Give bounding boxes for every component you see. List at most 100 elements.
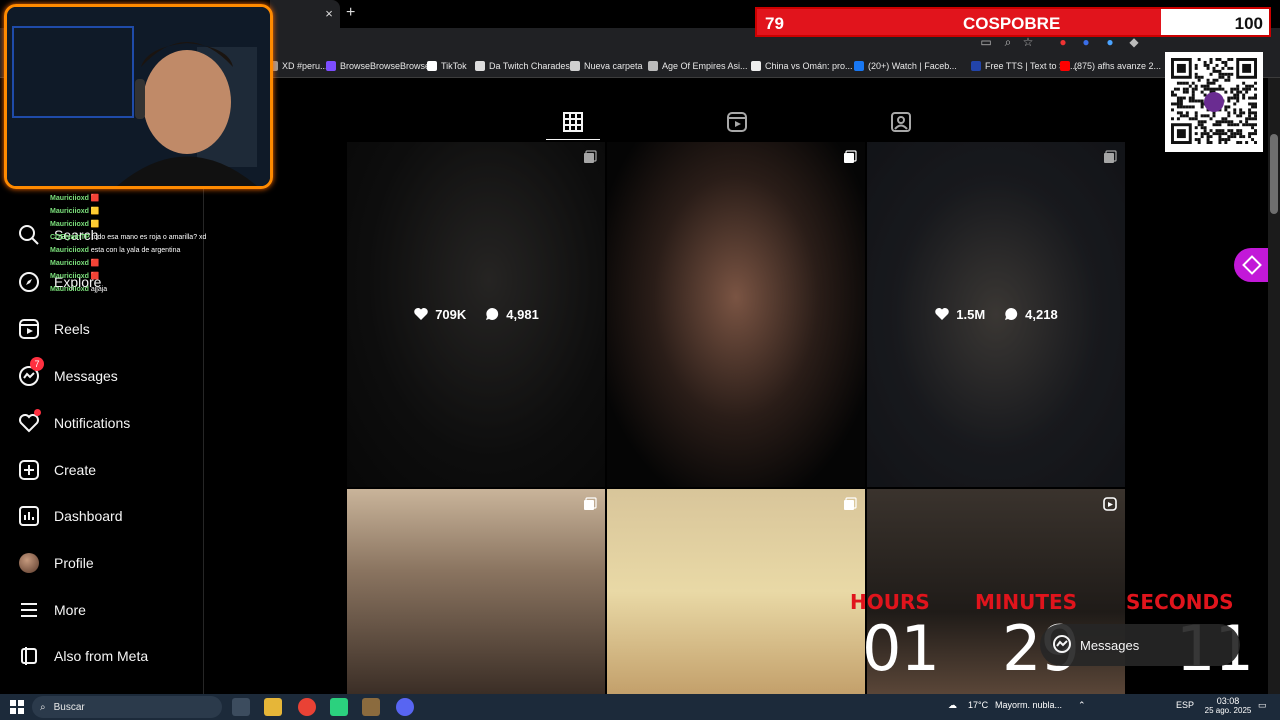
scrollbar[interactable] xyxy=(1268,78,1280,694)
comment-icon xyxy=(1005,307,1018,320)
bookmark-item[interactable]: (20+) Watch | Faceb... xyxy=(854,61,957,71)
bookmark-favicon-icon xyxy=(971,61,981,71)
bookmark-favicon-icon xyxy=(570,61,580,71)
bookmark-item[interactable]: Nueva carpeta xyxy=(570,61,643,71)
post-stats: 709K 4,981 xyxy=(347,306,605,322)
new-tab-button[interactable]: + xyxy=(346,4,355,22)
chat-username: Mauriciioxd xyxy=(50,221,89,228)
menu-icon xyxy=(18,599,40,621)
carousel-icon xyxy=(583,497,597,511)
timer-hours: 01 xyxy=(862,612,940,685)
sidebar-item-dashboard[interactable]: Dashboard xyxy=(18,504,123,528)
post-thumbnail[interactable] xyxy=(607,489,865,694)
bookmark-item[interactable]: China vs Omán: pro... xyxy=(751,61,853,71)
goal-progress-fill xyxy=(757,9,1161,35)
app-icon[interactable] xyxy=(330,698,348,716)
meta-icon xyxy=(18,645,40,667)
bookmark-item[interactable]: BrowseBrowseBrowse xyxy=(326,61,430,71)
input-language[interactable]: ESP xyxy=(1176,700,1194,710)
messages-pill-label: Messages xyxy=(1080,637,1140,653)
sidebar-item-reels[interactable]: Reels xyxy=(18,317,90,341)
chat-message: CDEIyainTP todo esa mano es roja o amari… xyxy=(50,231,290,244)
bookmark-item[interactable]: Age Of Empires Asi... xyxy=(648,61,748,71)
tab-reels[interactable] xyxy=(725,110,749,134)
post-thumbnail[interactable]: 1.5M 4,218 xyxy=(867,142,1125,487)
chat-text: 🟥 xyxy=(90,260,100,267)
bookmark-label: Da Twitch Charades xyxy=(489,61,570,71)
carousel-icon xyxy=(843,497,857,511)
heart-icon xyxy=(935,308,950,320)
post-thumbnail[interactable]: 709K 4,981 xyxy=(347,142,605,487)
avatar xyxy=(19,553,39,573)
sidebar-item-messages[interactable]: 7 Messages xyxy=(18,357,118,388)
likes-count: 1.5M xyxy=(956,306,986,322)
likes-stat: 1.5M xyxy=(934,306,985,322)
post-thumbnail[interactable] xyxy=(347,489,605,694)
sidebar-item-label: Notifications xyxy=(54,415,131,431)
stream-chat: Mauriciioxd 🟥 Mauriciioxd 🟨 Mauriciioxd 🟨 C… xyxy=(50,192,290,296)
bookmark-item[interactable]: TikTok xyxy=(427,61,467,71)
notification-center-icon[interactable]: ▭ xyxy=(1258,700,1267,711)
chat-text: todo esa mano es roja o amarilla? xd xyxy=(91,234,207,241)
bookmark-label: China vs Omán: pro... xyxy=(765,61,853,71)
comments-count: 4,218 xyxy=(1025,306,1058,322)
donation-goal-bar: 79 COSPOBRE 100 xyxy=(755,7,1271,37)
posts-grid-icon xyxy=(563,112,583,132)
sidebar-item-create[interactable]: Create xyxy=(18,458,96,482)
bookmark-item[interactable]: XD #peru... xyxy=(268,61,328,71)
extension-floating-button[interactable] xyxy=(1234,248,1268,282)
discord-icon[interactable] xyxy=(396,698,414,716)
timer-seconds-label: SECONDS xyxy=(1126,590,1234,614)
bookmark-label: TikTok xyxy=(441,61,467,71)
weather-icon[interactable]: ☁ xyxy=(948,700,957,711)
clock-date: 25 ago. 2025 xyxy=(1204,706,1252,715)
bookmark-label: Nueva carpeta xyxy=(584,61,643,71)
comments-stat: 4,981 xyxy=(484,306,539,322)
sidebar-item-notifications[interactable]: Notifications xyxy=(18,409,131,435)
bookmark-label: XD #peru... xyxy=(282,61,328,71)
messages-pill[interactable]: Messages xyxy=(1040,624,1240,666)
taskbar-search[interactable]: ⌕ Buscar xyxy=(32,696,222,718)
tab-posts[interactable] xyxy=(561,110,585,134)
post-thumbnail[interactable] xyxy=(607,142,865,487)
goal-target: 100 xyxy=(1234,14,1263,33)
windows-start-icon[interactable] xyxy=(8,698,26,716)
scrollbar-thumb[interactable] xyxy=(1270,134,1278,214)
bookmark-favicon-icon xyxy=(854,61,864,71)
bookmark-favicon-icon xyxy=(648,61,658,71)
timer-hours-label: HOURS xyxy=(850,590,930,614)
chat-username: Mauriciioxd xyxy=(50,260,89,267)
file-explorer-icon[interactable] xyxy=(264,698,282,716)
search-icon xyxy=(18,224,40,246)
chat-text: ajjaja xyxy=(90,286,108,293)
close-tab-button[interactable]: × xyxy=(322,6,336,21)
chat-message: Mauriciioxd 🟥 xyxy=(50,270,290,283)
post-stats: 1.5M 4,218 xyxy=(867,306,1125,322)
bookmark-item[interactable]: (875) afhs avanze 2... xyxy=(1060,61,1161,71)
plus-square-icon xyxy=(18,459,40,481)
sidebar-item-label: Messages xyxy=(54,368,118,384)
likes-count: 709K xyxy=(435,306,467,322)
sidebar-item-profile[interactable]: Profile xyxy=(18,551,94,575)
sidebar-item-also-from-meta[interactable]: Also from Meta xyxy=(18,644,148,668)
bookmark-item[interactable]: Da Twitch Charades xyxy=(475,61,570,71)
messenger-icon xyxy=(1052,634,1072,657)
chat-username: Mauriciioxd xyxy=(50,286,89,293)
chat-text: 🟨 xyxy=(90,221,100,228)
sidebar-item-more[interactable]: More xyxy=(18,598,86,622)
clock[interactable]: 03:08 25 ago. 2025 xyxy=(1203,696,1253,715)
bookmark-label: Age Of Empires Asi... xyxy=(662,61,748,71)
tagged-icon xyxy=(891,112,911,132)
tab-tagged[interactable] xyxy=(889,110,913,134)
bookmark-favicon-icon xyxy=(751,61,761,71)
chat-username: Mauriciioxd xyxy=(50,195,89,202)
minecraft-icon[interactable] xyxy=(362,698,380,716)
weather-temp[interactable]: 17°C xyxy=(968,700,988,710)
weather-desc[interactable]: Mayorm. nubla... xyxy=(995,700,1062,710)
task-view-icon[interactable] xyxy=(232,698,250,716)
tray-chevron-icon[interactable]: ⌃ xyxy=(1078,700,1086,711)
chrome-icon[interactable] xyxy=(298,698,316,716)
chat-message: Mauriciioxd 🟨 xyxy=(50,205,290,218)
sidebar-item-label: Profile xyxy=(54,555,94,571)
reels-icon xyxy=(727,112,747,132)
